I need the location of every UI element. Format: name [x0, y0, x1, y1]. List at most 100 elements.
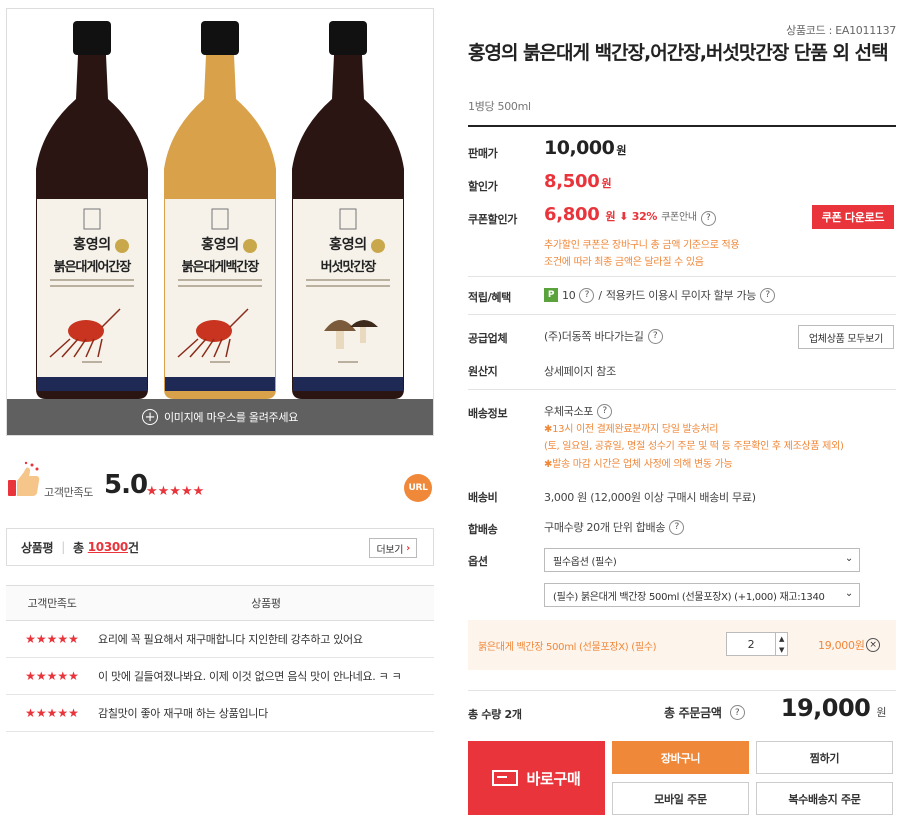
review-table-header: 고객만족도 상품평: [6, 585, 434, 621]
row-stars: ★★★★★: [25, 706, 79, 720]
option-select-1[interactable]: 필수옵션 (필수) ⌄: [544, 548, 860, 572]
help-icon[interactable]: ?: [669, 519, 685, 535]
supplier-value: (주)더동쪽 바다가는길: [544, 330, 644, 343]
bottle-cap: [201, 21, 239, 55]
stepper-arrows[interactable]: ▲ ▼: [775, 633, 787, 655]
bottle-name-text: 붉은대게어간장: [54, 259, 132, 275]
selected-option-row: 붉은대게 백간장 500ml (선물포장X) (필수) 2 ▲ ▼ 19,000…: [468, 620, 896, 670]
chevron-down-icon: ⌄: [844, 553, 853, 564]
bottle-badge: [115, 239, 129, 253]
won-unit: 원: [601, 177, 612, 190]
origin-value: 상세페이지 참조: [544, 365, 616, 378]
selected-option-price: 19,000원: [818, 639, 865, 652]
coupon-price-label: 쿠폰할인가: [468, 213, 518, 226]
header-review: 상품평: [251, 597, 281, 610]
origin-label: 원산지: [468, 365, 498, 378]
label-fine-print: [178, 279, 262, 281]
points-note: 적용카드 이용시 무이자 할부 가능: [605, 289, 757, 302]
header-satisfaction: 고객만족도: [27, 597, 77, 610]
product-title: 홍영의 붉은대게 백간장,어간장,버섯맛간장 단품 외 선택: [468, 42, 889, 64]
sale-price-label: 판매가: [468, 147, 498, 160]
option-select-2[interactable]: (필수) 붉은대게 백간장 500ml (선물포장X) (+1,000) 재고:…: [544, 583, 860, 607]
caret-up-icon[interactable]: ▲: [779, 635, 784, 643]
bottle-brand-text: 홍영의: [73, 236, 111, 253]
discount-price: 8,500 원: [544, 171, 612, 192]
row-text: 요리에 꼭 필요해서 재구매합니다 지인한테 강추하고 있어요: [98, 633, 363, 646]
multi-address-order-button[interactable]: 복수배송지 주문: [756, 782, 893, 815]
caret-down-icon[interactable]: ▼: [779, 646, 784, 654]
product-image[interactable]: 홍영의 붉은대게어간장 홍영의 붉은대게백간장 홍영의 버섯맛간장 + 이미지에 마우스를…: [6, 8, 434, 436]
help-icon[interactable]: ?: [579, 287, 595, 303]
divider: [468, 314, 896, 315]
divider: |: [61, 540, 65, 554]
coupon-price-value: 6,800: [544, 204, 600, 225]
review-count-unit: 건: [127, 540, 139, 555]
help-icon[interactable]: ?: [760, 287, 776, 303]
label-fine-print: [50, 279, 134, 281]
label-fine-print: [82, 361, 102, 363]
discount-price-value: 8,500: [544, 171, 600, 192]
bottle-label-band: [293, 377, 403, 391]
crab-illustration: [68, 320, 104, 342]
won-unit: 원: [605, 210, 616, 223]
fee-label: 배송비: [468, 491, 498, 504]
quantity-stepper[interactable]: 2 ▲ ▼: [726, 632, 788, 656]
supplier-products-button[interactable]: 업체상품 모두보기: [797, 325, 894, 349]
help-icon[interactable]: ?: [729, 705, 745, 720]
bottle-illustration: 홍영의붉은대게어간장홍영의붉은대게백간장홍영의버섯맛간장: [36, 21, 404, 399]
help-icon[interactable]: ?: [647, 328, 663, 344]
option-select-2-value: (필수) 붉은대게 백간장 500ml (선물포장X) (+1,000) 재고:…: [553, 591, 825, 603]
label-fine-print: [306, 285, 390, 287]
add-to-cart-button[interactable]: 장바구니: [612, 741, 749, 774]
bottle-cap: [329, 21, 367, 55]
product-code: 상품코드 : EA1011137: [786, 24, 896, 37]
won-unit: 원: [876, 706, 886, 719]
review-total-prefix: 총: [72, 540, 84, 555]
thumbs-up-icon: [8, 461, 40, 496]
crab-illustration: [196, 320, 232, 342]
review-summary-bar: 상품평 | 총 10300 건 더보기 ›: [6, 528, 434, 566]
review-more-label: 더보기: [376, 544, 404, 556]
coupon-download-button[interactable]: 쿠폰 다운로드: [812, 205, 894, 229]
mushroom-stem: [336, 331, 344, 349]
row-text: 이 맛에 길들여졌나봐요. 이제 이것 없으면 음식 맛이 안나네요. ㅋ ㅋ: [98, 670, 402, 683]
remove-option-button[interactable]: ×: [866, 638, 880, 652]
bottle: 홍영의붉은대게백간장: [164, 21, 276, 399]
bottle-badge: [243, 239, 257, 253]
total-amount-label: 총 주문금액: [664, 706, 722, 720]
bottle-name-text: 버섯맛간장: [321, 259, 377, 275]
divider: [468, 389, 896, 390]
bottle-label: [37, 199, 147, 379]
image-hover-hint[interactable]: + 이미지에 마우스를 올려주세요: [7, 399, 433, 435]
row-stars: ★★★★★: [25, 632, 79, 646]
label-fine-print: [210, 361, 230, 363]
bottle-label: [165, 199, 275, 379]
buy-now-button[interactable]: 바로구매: [468, 741, 605, 815]
coupon-guide-label: 쿠폰안내: [661, 212, 697, 223]
card-icon: [492, 770, 519, 786]
points-info: P 10 ? / 적용카드 이용시 무이자 할부 가능 ?: [544, 287, 776, 303]
product-subtitle: 1병당 500ml: [468, 100, 531, 113]
table-row[interactable]: ★★★★★ 감칠맛이 좋아 재구매 하는 상품입니다: [6, 695, 434, 732]
row-text: 감칠맛이 좋아 재구매 하는 상품입니다: [98, 707, 268, 720]
table-row[interactable]: ★★★★★ 요리에 꼭 필요해서 재구매합니다 지인한테 강추하고 있어요: [6, 621, 434, 658]
url-badge-button[interactable]: URL: [404, 474, 432, 502]
coupon-notice-1: 추가할인 쿠폰은 장바구니 총 금액 기준으로 적용: [544, 240, 740, 251]
satisfaction-stars: ★★★★★: [146, 484, 205, 499]
table-row[interactable]: ★★★★★ 이 맛에 길들여졌나봐요. 이제 이것 없으면 음식 맛이 안나네요…: [6, 658, 434, 695]
mobile-order-button[interactable]: 모바일 주문: [612, 782, 749, 815]
review-more-button[interactable]: 더보기 ›: [369, 538, 417, 558]
bottle-brand-text: 홍영의: [201, 236, 239, 253]
points-sep: /: [598, 288, 602, 302]
review-count[interactable]: 10300: [88, 540, 129, 554]
coupon-notice-2: 조건에 따라 최종 금액은 달라질 수 있음: [544, 257, 704, 268]
supplier-info: (주)더동쪽 바다가는길 ?: [544, 328, 663, 344]
help-icon[interactable]: ?: [700, 210, 716, 226]
bundle-label: 합배송: [468, 523, 498, 536]
help-icon[interactable]: ?: [597, 403, 613, 419]
wishlist-button[interactable]: 찜하기: [756, 741, 893, 774]
quantity-value[interactable]: 2: [727, 638, 775, 651]
chevron-right-icon: ›: [406, 542, 410, 554]
satisfaction-label: 고객만족도: [44, 486, 94, 499]
won-unit: 원: [616, 144, 626, 157]
